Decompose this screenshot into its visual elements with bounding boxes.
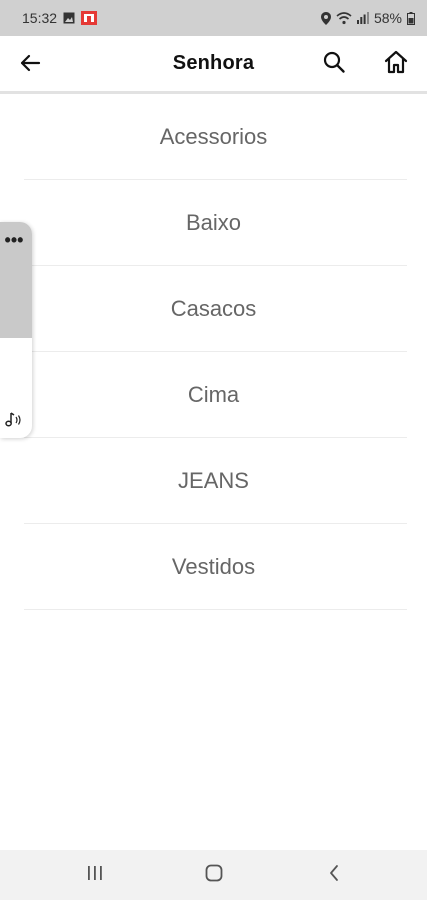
battery-percent: 58% — [373, 10, 402, 26]
category-list: Acessorios Baixo Casacos Cima JEANS Vest… — [0, 94, 427, 610]
nav-back-button[interactable] — [321, 863, 347, 887]
status-time: 15:32 — [22, 10, 58, 26]
recent-apps-button[interactable] — [82, 863, 108, 887]
status-left: 15:32 — [22, 10, 98, 26]
category-item-casacos[interactable]: Casacos — [0, 266, 427, 352]
location-icon — [320, 11, 331, 25]
recent-apps-icon — [86, 865, 104, 886]
wifi-icon — [336, 11, 352, 25]
nav-home-icon — [204, 863, 224, 888]
category-item-jeans[interactable]: JEANS — [0, 438, 427, 524]
category-item-vestidos[interactable]: Vestidos — [0, 524, 427, 610]
app-notification-icon — [81, 11, 98, 25]
system-nav-bar — [0, 850, 427, 900]
floating-side-widget[interactable]: ••• — [0, 222, 32, 438]
search-button[interactable] — [320, 50, 348, 78]
more-options-icon[interactable]: ••• — [2, 230, 26, 250]
home-button[interactable] — [382, 50, 410, 78]
battery-icon — [407, 11, 415, 25]
nav-home-button[interactable] — [201, 863, 227, 887]
category-item-acessorios[interactable]: Acessorios — [0, 94, 427, 180]
page-title: Senhora — [172, 52, 255, 74]
music-note-icon[interactable] — [2, 408, 26, 432]
search-icon — [322, 50, 346, 79]
nav-back-icon — [327, 864, 341, 887]
category-item-cima[interactable]: Cima — [0, 352, 427, 438]
status-bar: 15:32 58% — [0, 0, 427, 36]
gallery-notification-icon — [63, 12, 75, 24]
status-right: 58% — [320, 10, 415, 26]
signal-icon — [356, 12, 369, 24]
app-bar: Senhora — [0, 36, 427, 94]
category-item-baixo[interactable]: Baixo — [0, 180, 427, 266]
home-icon — [383, 49, 409, 80]
